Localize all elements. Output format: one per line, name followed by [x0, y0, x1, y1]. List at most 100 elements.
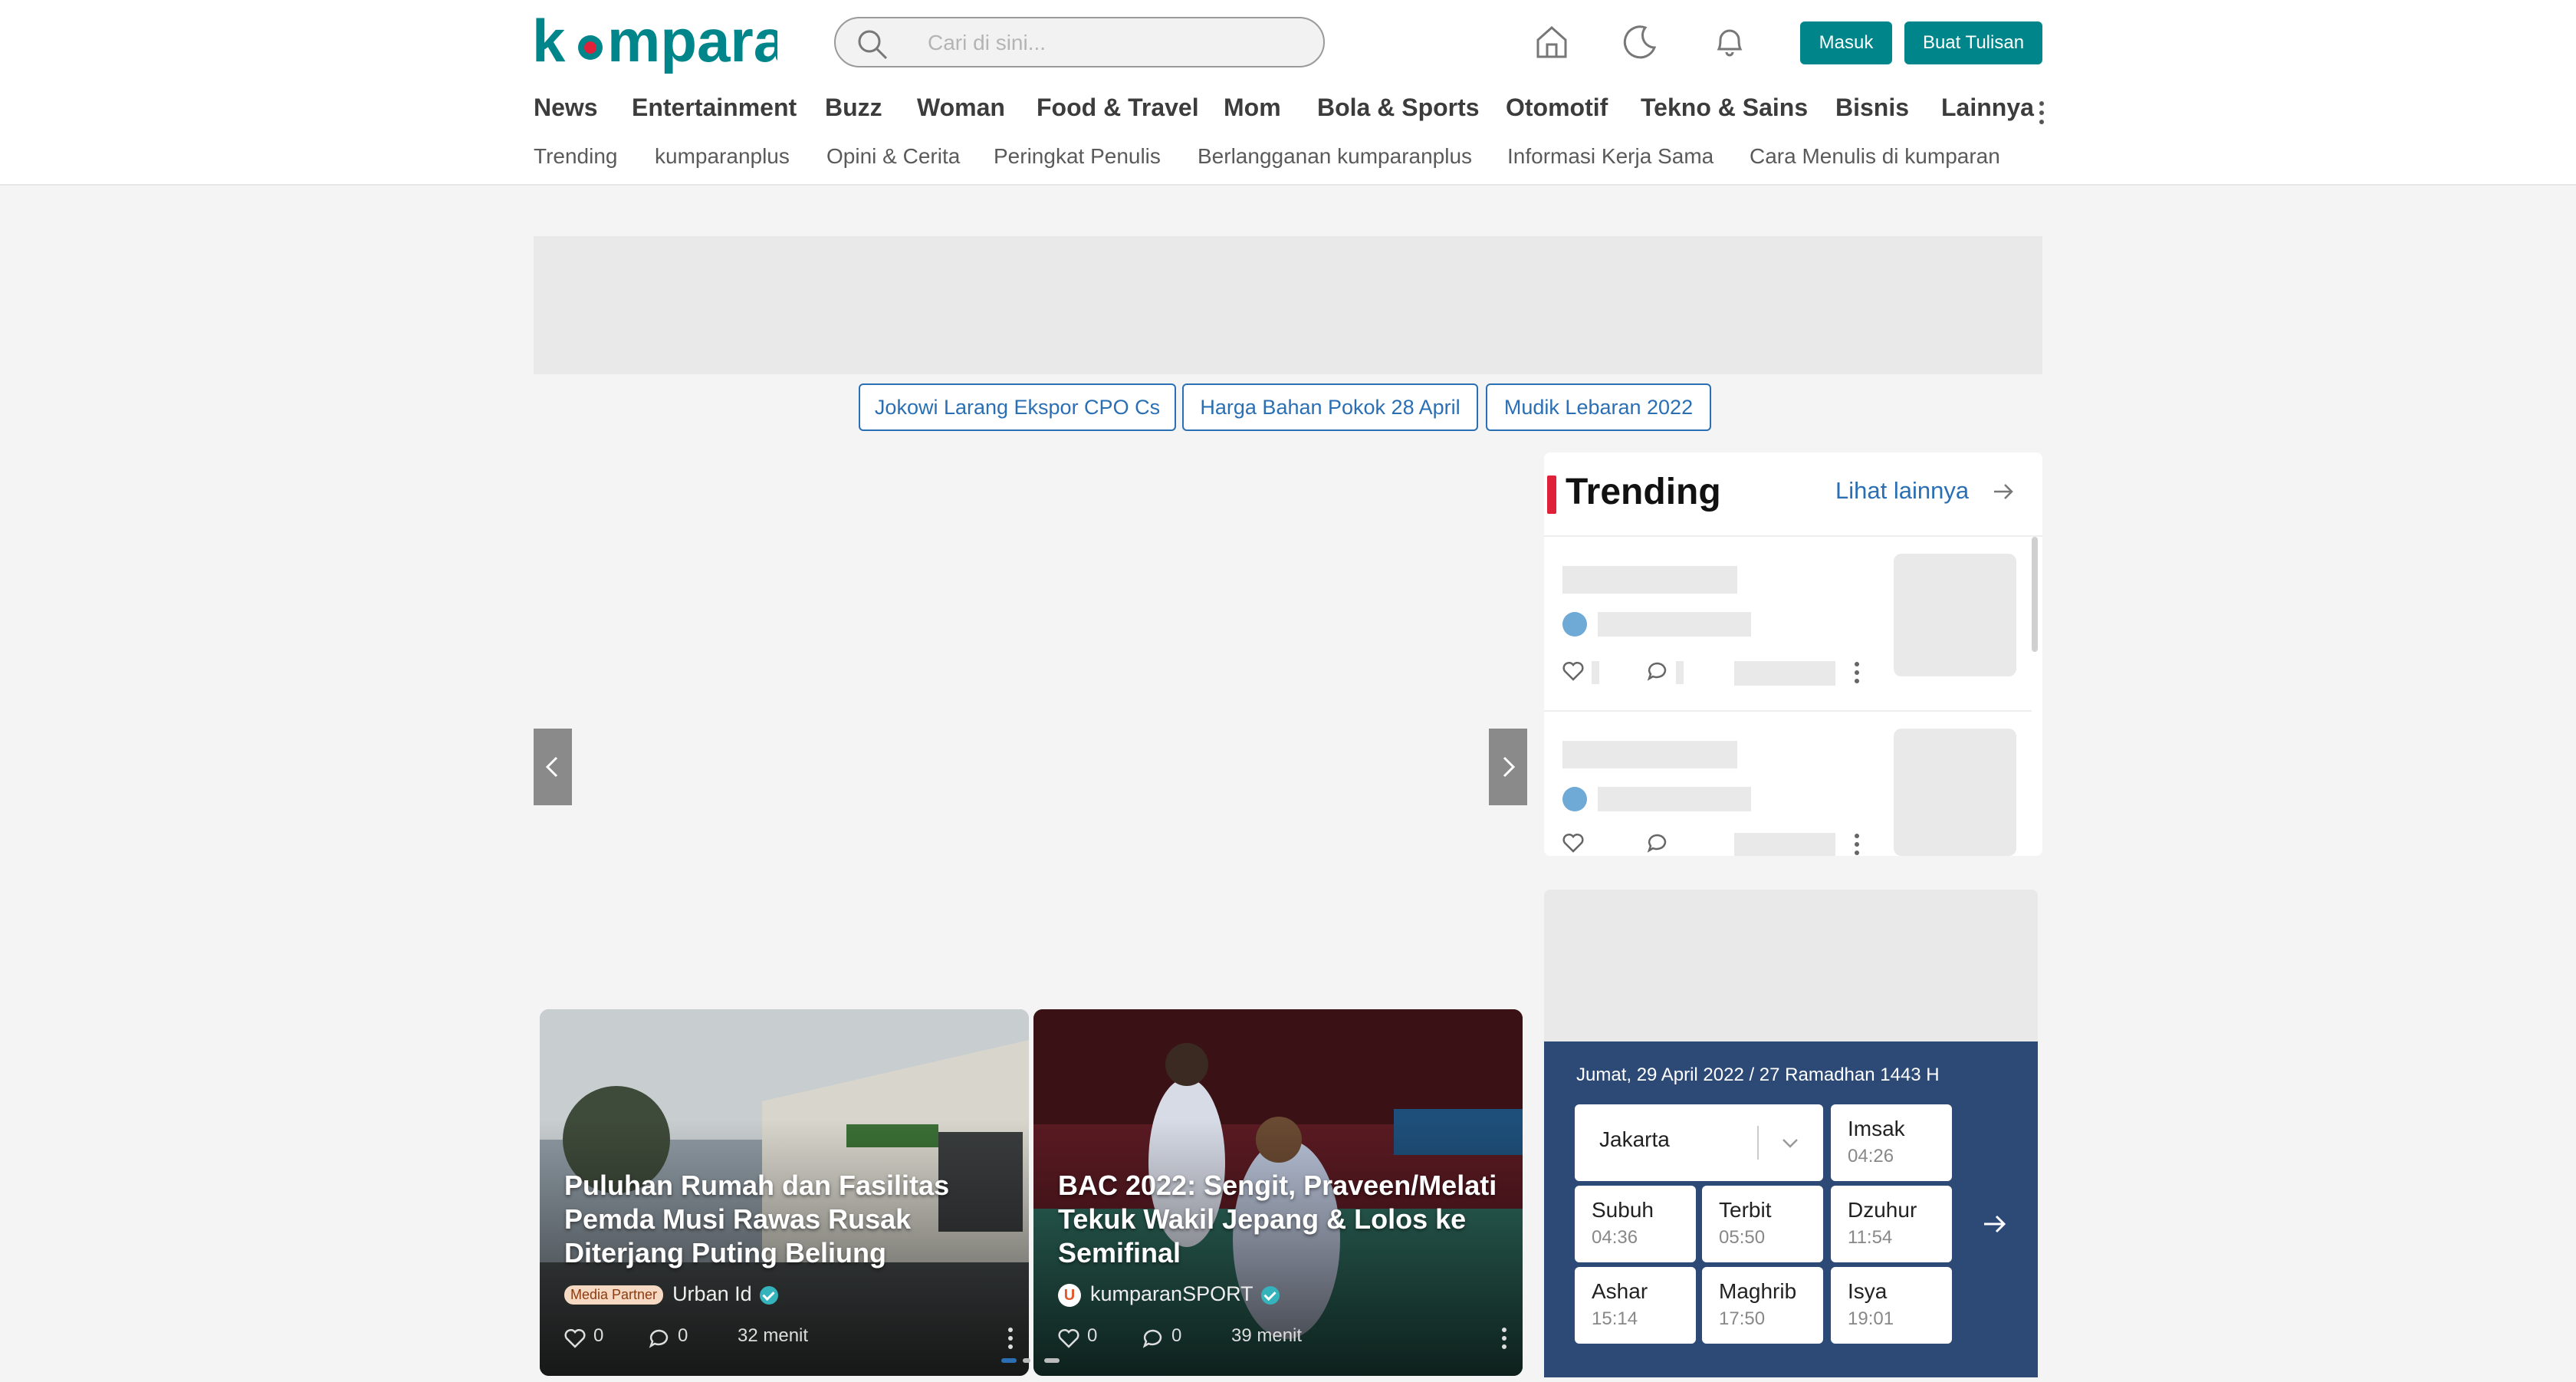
headline-title[interactable]: BAC 2022: Sengit, Praveen/Melati Tekuk W…	[1058, 1169, 1503, 1270]
svg-text:mparan: mparan	[607, 9, 777, 74]
select-divider	[1757, 1126, 1759, 1160]
trending-panel: Trending Lihat lainnya	[1544, 452, 2042, 856]
subnav-item-berlangganan[interactable]: Berlangganan kumparanplus	[1198, 144, 1472, 169]
prayer-time: 05:50	[1719, 1227, 1766, 1248]
skeleton-line	[1562, 741, 1737, 768]
nav-item-bola-sports[interactable]: Bola & Sports	[1317, 94, 1480, 122]
svg-text:k: k	[532, 9, 566, 74]
nav-item-tekno-sains[interactable]: Tekno & Sains	[1641, 94, 1808, 122]
headline-card[interactable]: Puluhan Rumah dan Fasilitas Pemda Musi R…	[540, 1009, 1029, 1376]
city-select-value: Jakarta	[1599, 1127, 1670, 1151]
source-avatar	[1562, 612, 1587, 637]
source-name[interactable]: Urban Id	[672, 1282, 752, 1305]
subnav-item-trending[interactable]: Trending	[534, 144, 617, 169]
nav-item-lainnya[interactable]: Lainnya	[1941, 94, 2034, 122]
post-time: 32 menit	[738, 1325, 809, 1346]
site-header: k mparan Cari di sini... Masuk Buat Tuli…	[0, 0, 2576, 186]
divider	[1544, 710, 2032, 712]
headline-source: Media Partner Urban Id	[564, 1282, 778, 1306]
subnav-item-peringkat-penulis[interactable]: Peringkat Penulis	[994, 144, 1161, 169]
like-icon[interactable]	[564, 1328, 586, 1348]
comment-count: 0	[1171, 1325, 1182, 1346]
prayer-name: Dzuhur	[1848, 1198, 1917, 1222]
more-options-icon[interactable]	[1854, 661, 1860, 684]
more-menu-icon[interactable]	[2038, 100, 2045, 126]
chevron-right-icon	[1503, 756, 1516, 778]
verified-icon	[1260, 1285, 1280, 1305]
subnav-item-opini-cerita[interactable]: Opini & Cerita	[826, 144, 960, 169]
home-icon[interactable]	[1532, 21, 1572, 61]
search-input[interactable]: Cari di sini...	[834, 17, 1325, 67]
ad-slot	[1544, 890, 2038, 1043]
arrow-right-icon[interactable]	[1992, 480, 2015, 503]
topic-chip[interactable]: Jokowi Larang Ekspor CPO Cs	[859, 383, 1176, 431]
prayer-time: 19:01	[1848, 1308, 1894, 1329]
headline-title[interactable]: Puluhan Rumah dan Fasilitas Pemda Musi R…	[564, 1169, 1009, 1270]
thumbnail-placeholder	[1894, 554, 2016, 676]
arrow-right-icon[interactable]	[1981, 1210, 2009, 1238]
comment-icon[interactable]	[1647, 661, 1668, 681]
nav-item-bisnis[interactable]: Bisnis	[1835, 94, 1909, 122]
skeleton-line	[1598, 787, 1751, 811]
carousel-dot[interactable]	[1044, 1358, 1060, 1363]
prayer-time: 04:26	[1848, 1146, 1894, 1166]
like-icon[interactable]	[1058, 1328, 1079, 1348]
nav-item-food-travel[interactable]: Food & Travel	[1037, 94, 1199, 122]
like-icon[interactable]	[1562, 833, 1584, 853]
thumbnail-placeholder	[1894, 729, 2016, 856]
topic-chip[interactable]: Mudik Lebaran 2022	[1486, 383, 1711, 431]
nav-item-news[interactable]: News	[534, 94, 598, 122]
skeleton-line	[1734, 661, 1835, 686]
prayer-time-subuh: Subuh 04:36	[1575, 1186, 1696, 1262]
skeleton-line	[1598, 612, 1751, 637]
scrollbar[interactable]	[2032, 537, 2038, 652]
comment-icon[interactable]	[1142, 1328, 1164, 1348]
more-options-icon[interactable]	[1501, 1327, 1507, 1350]
comment-icon[interactable]	[649, 1328, 670, 1348]
notification-bell-icon[interactable]	[1710, 21, 1750, 61]
skeleton-line	[1592, 661, 1599, 684]
carousel-dot-active[interactable]	[1001, 1358, 1017, 1363]
trending-item-placeholder[interactable]	[1544, 538, 2032, 712]
write-article-button[interactable]: Buat Tulisan	[1904, 21, 2042, 64]
prayer-name: Ashar	[1592, 1279, 1648, 1303]
trending-accent-bar	[1547, 475, 1556, 514]
carousel-dot[interactable]	[1023, 1358, 1030, 1363]
nav-item-mom[interactable]: Mom	[1224, 94, 1281, 122]
ad-banner	[534, 236, 2042, 374]
subnav-item-cara-menulis[interactable]: Cara Menulis di kumparan	[1750, 144, 2000, 169]
comment-count: 0	[678, 1325, 688, 1346]
skeleton-line	[1562, 566, 1737, 594]
like-icon[interactable]	[1562, 661, 1584, 681]
carousel-next-button[interactable]	[1489, 729, 1527, 805]
nav-item-buzz[interactable]: Buzz	[825, 94, 882, 122]
like-count: 0	[593, 1325, 604, 1346]
nav-item-woman[interactable]: Woman	[917, 94, 1005, 122]
carousel-prev-button[interactable]	[534, 729, 572, 805]
prayer-time: 11:54	[1848, 1227, 1893, 1248]
prayer-name: Subuh	[1592, 1198, 1654, 1222]
topic-chip[interactable]: Harga Bahan Pokok 28 April	[1182, 383, 1478, 431]
source-name[interactable]: kumparanSPORT	[1090, 1282, 1254, 1305]
login-button[interactable]: Masuk	[1800, 21, 1892, 64]
kumparan-logo[interactable]: k mparan	[532, 9, 777, 78]
prayer-time-ashar: Ashar 15:14	[1575, 1267, 1696, 1344]
more-options-icon[interactable]	[1007, 1327, 1014, 1350]
subnav-item-kerja-sama[interactable]: Informasi Kerja Sama	[1507, 144, 1714, 169]
divider	[1544, 535, 2042, 537]
comment-icon[interactable]	[1647, 833, 1668, 853]
source-avatar	[1562, 787, 1587, 811]
dark-mode-icon[interactable]	[1621, 21, 1661, 61]
nav-item-entertainment[interactable]: Entertainment	[632, 94, 797, 122]
prayer-name: Terbit	[1719, 1198, 1772, 1222]
city-select[interactable]: Jakarta	[1575, 1104, 1823, 1181]
subnav-item-kumparanplus[interactable]: kumparanplus	[655, 144, 790, 169]
nav-item-otomotif[interactable]: Otomotif	[1506, 94, 1608, 122]
headline-card[interactable]: BAC 2022: Sengit, Praveen/Melati Tekuk W…	[1033, 1009, 1523, 1376]
trending-item-placeholder[interactable]	[1544, 713, 2032, 856]
more-options-icon[interactable]	[1854, 833, 1860, 856]
trending-more-link[interactable]: Lihat lainnya	[1835, 477, 1969, 505]
prayer-time-terbit: Terbit 05:50	[1702, 1186, 1823, 1262]
chevron-down-icon	[1783, 1139, 1798, 1148]
chevron-left-icon	[545, 756, 558, 778]
